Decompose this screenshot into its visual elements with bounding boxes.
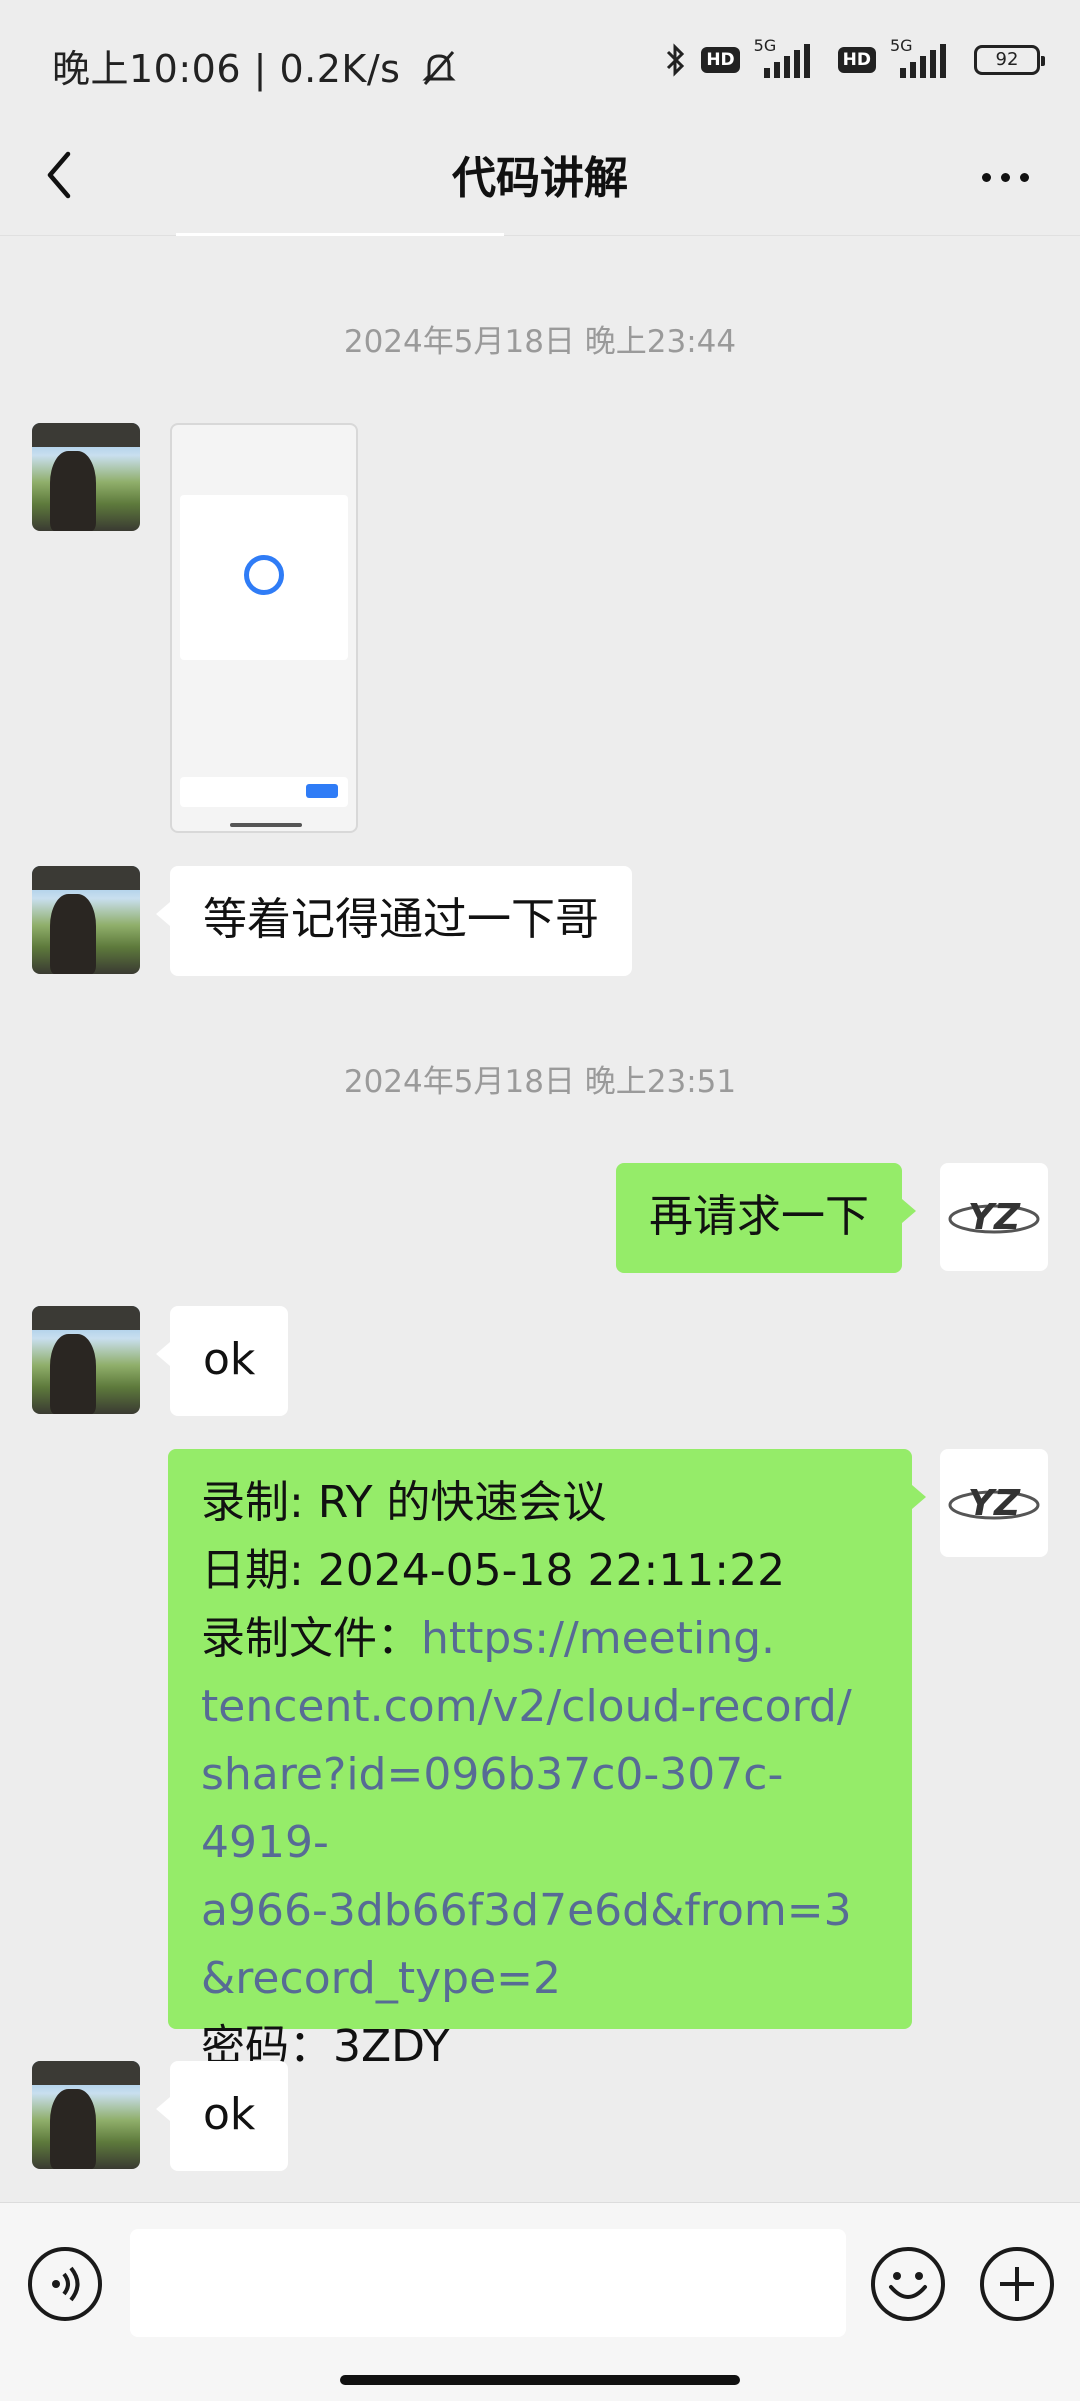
hd-badge-2: HD (837, 47, 876, 73)
message-bubble[interactable]: 再请求一下 (616, 1163, 916, 1273)
my-avatar[interactable]: YZ (940, 1449, 1048, 1557)
mute-icon (422, 51, 456, 85)
emoji-icon (889, 2272, 927, 2299)
emoji-button[interactable] (871, 2247, 945, 2321)
more-button[interactable] (960, 142, 1050, 212)
battery-level: 92 (995, 49, 1019, 70)
signal-icon-2: 5G (890, 36, 960, 80)
record-title: 录制: RY 的快速会议 (201, 1477, 607, 1528)
record-file-line: 录制文件：https://meeting. (201, 1613, 775, 1664)
yz-logo-icon: YZ (948, 1197, 1040, 1238)
bluetooth-icon (667, 43, 685, 77)
yz-logo-icon: YZ (948, 1483, 1040, 1524)
image-message[interactable] (170, 423, 358, 833)
home-indicator[interactable] (340, 2375, 740, 2385)
status-time: 晚上10:06 | 0.2K/s (52, 47, 401, 91)
signal-icon: 5G (754, 36, 824, 80)
more-dots-icon (981, 172, 991, 182)
svg-text:YZ: YZ (968, 1483, 1021, 1524)
status-time-speed: 晚上10:06 | 0.2K/s (52, 38, 459, 93)
avatar[interactable] (32, 423, 140, 531)
chat-title: 代码讲解 (452, 153, 628, 204)
record-link[interactable]: https://meeting. (421, 1613, 775, 1664)
input-bar (0, 2202, 1080, 2401)
avatar[interactable] (32, 2061, 140, 2169)
meeting-record-bubble[interactable]: 录制: RY 的快速会议 日期: 2024-05-18 22:11:22 录制文… (168, 1449, 926, 2072)
status-icons: HD 5G HD 5G 92 (665, 36, 1045, 80)
record-link[interactable]: &record_type=2 (201, 1945, 879, 2013)
status-bar: 晚上10:06 | 0.2K/s HD 5G HD 5G 92 (0, 0, 1080, 120)
chat-area[interactable]: 2024年5月18日 晚上23:44 等着记得通过一下哥 2024年5月18日 … (0, 236, 1080, 2202)
record-password: 密码：3ZDY (201, 2021, 450, 2072)
record-link[interactable]: a966-3db66f3d7e6d&from=3 (201, 1877, 879, 1945)
message-bubble[interactable]: ok (155, 2061, 289, 2171)
record-date: 日期: 2024-05-18 22:11:22 (201, 1545, 786, 1596)
plus-icon (1000, 2267, 1034, 2301)
avatar[interactable] (32, 1306, 140, 1414)
timestamp: 2024年5月18日 晚上23:51 (343, 1064, 737, 1100)
record-link[interactable]: tencent.com/v2/cloud-record/ (201, 1673, 879, 1741)
svg-text:YZ: YZ (968, 1197, 1021, 1238)
message-input[interactable] (130, 2229, 846, 2337)
plus-button[interactable] (980, 2247, 1054, 2321)
message-bubble[interactable]: ok (155, 1306, 289, 1416)
battery-icon: 92 (974, 45, 1045, 75)
voice-icon (52, 2266, 80, 2302)
timestamp: 2024年5月18日 晚上23:44 (343, 324, 737, 360)
message-bubble[interactable]: 等着记得通过一下哥 (156, 866, 632, 976)
voice-button[interactable] (28, 2247, 102, 2321)
avatar[interactable] (32, 866, 140, 974)
record-link[interactable]: share?id=096b37c0-307c-4919- (201, 1741, 879, 1877)
nav-bar: 代码讲解 (0, 120, 1080, 236)
hd-badge: HD (701, 47, 740, 73)
app-logo-icon (244, 555, 284, 595)
my-avatar[interactable]: YZ (940, 1163, 1048, 1271)
